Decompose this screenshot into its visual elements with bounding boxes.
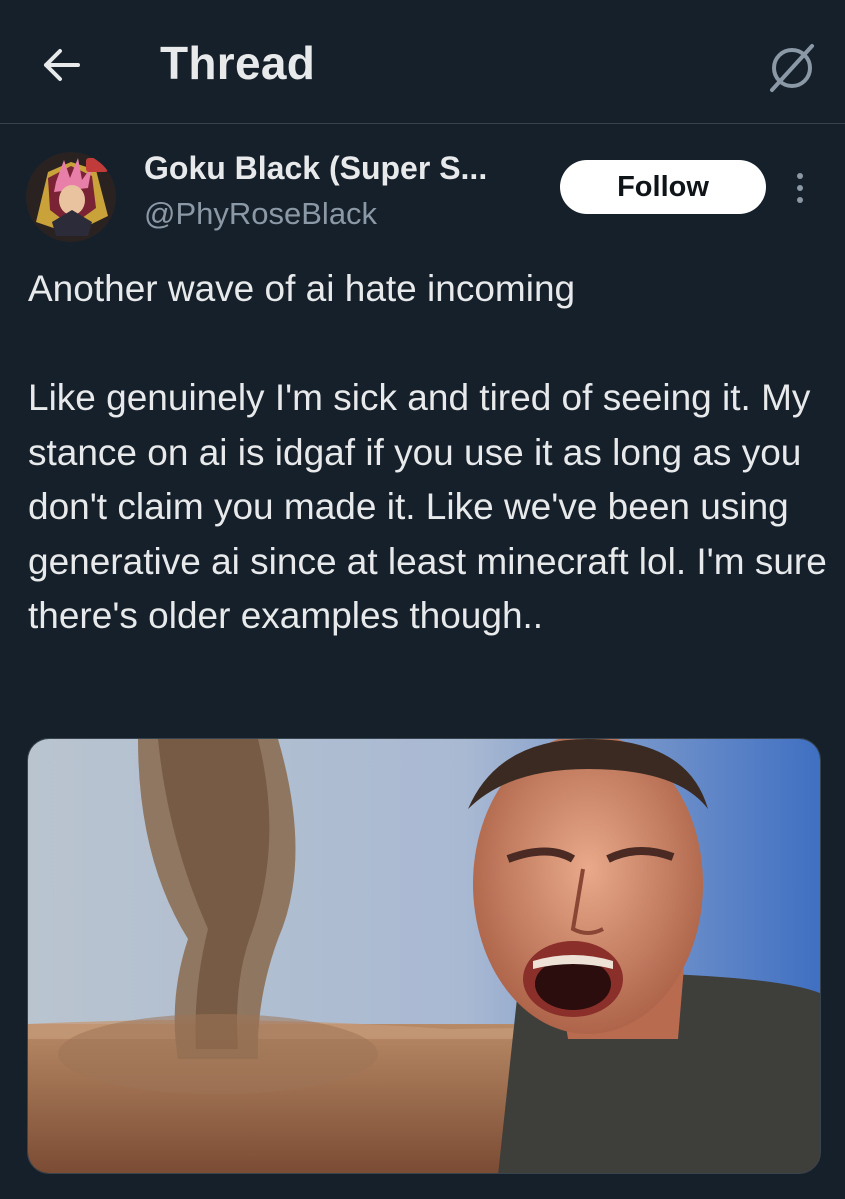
cosmic-slash-button[interactable] [764, 40, 820, 96]
page-title: Thread [160, 37, 316, 89]
back-button[interactable] [38, 42, 84, 88]
author-handle[interactable]: @PhyRoseBlack [144, 196, 377, 232]
more-options-button[interactable] [788, 168, 812, 208]
avatar-image [26, 152, 116, 242]
follow-button-label: Follow [617, 170, 709, 203]
cosmic-slash-icon [770, 44, 814, 92]
photo-image [28, 739, 820, 1173]
avatar[interactable] [26, 152, 116, 242]
top-bar: Thread [0, 0, 845, 124]
author-display-name[interactable]: Goku Black (Super S... [144, 150, 487, 187]
follow-button[interactable]: Follow [560, 160, 766, 214]
post-text-paragraph: Like genuinely I'm sick and tired of see… [28, 377, 827, 636]
vertical-dots-icon [797, 173, 803, 203]
post-media[interactable] [27, 738, 821, 1174]
post-text: Another wave of ai hate incoming Like ge… [28, 262, 828, 644]
arrow-left-icon [44, 49, 80, 81]
post-text-paragraph: Another wave of ai hate incoming [28, 268, 576, 309]
